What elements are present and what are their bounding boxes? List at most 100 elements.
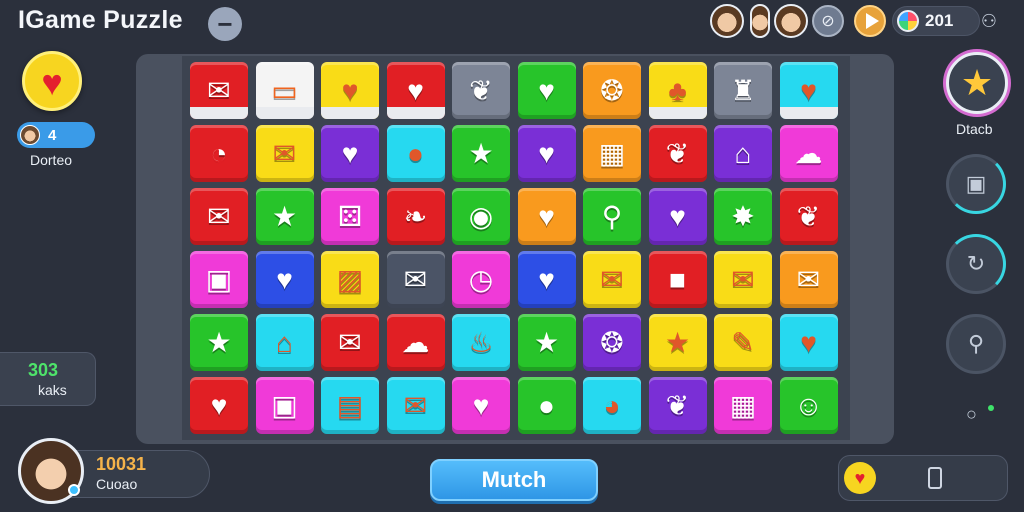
home-icon: ⌂ — [276, 326, 293, 358]
match-button[interactable]: Mutch — [430, 459, 598, 501]
lives-pill: 4 — [17, 122, 95, 148]
friend-avatar[interactable] — [774, 4, 808, 38]
heart-icon: ♥ — [472, 389, 490, 421]
board-tile[interactable]: ▦ — [714, 377, 772, 434]
board-tile[interactable]: ★ — [648, 314, 707, 371]
friend-avatar[interactable] — [710, 4, 744, 38]
board-tile[interactable]: ✉ — [779, 251, 838, 308]
board-tile[interactable]: ▭ — [255, 62, 314, 119]
star-booster-label: Dtacb — [956, 121, 993, 137]
friend-avatar[interactable] — [750, 4, 770, 38]
board-tile[interactable]: ☁ — [779, 125, 838, 182]
dice-icon: ⚄ — [337, 200, 363, 232]
board-tile[interactable]: ▨ — [321, 251, 379, 308]
bird-icon: ❦ — [665, 389, 690, 421]
board-tile[interactable]: ✉ — [190, 62, 248, 119]
board-tile[interactable]: ★ — [190, 314, 248, 371]
board-tile[interactable]: ● — [517, 377, 576, 434]
board-tile[interactable]: ✉ — [386, 377, 445, 434]
board-tile[interactable]: ♣ — [648, 62, 707, 119]
board-tile[interactable]: ✉ — [255, 125, 314, 182]
board-tile[interactable]: ◉ — [452, 188, 510, 245]
heart-icon: ♥ — [341, 74, 359, 106]
board-tile[interactable]: ✉ — [714, 251, 772, 308]
board-tile[interactable]: ★ — [255, 188, 314, 245]
board-tile[interactable]: ❦ — [648, 377, 707, 434]
chat-icon[interactable]: ○ — [966, 404, 977, 425]
online-status-icon — [68, 484, 80, 496]
heart-icon[interactable]: ♥ — [844, 462, 876, 494]
moves-value: 303 — [28, 360, 59, 380]
board-tile[interactable]: ♥ — [779, 314, 838, 371]
board-tile[interactable]: ✉ — [190, 188, 248, 245]
board-tile[interactable]: ❂ — [583, 314, 641, 371]
board-tile[interactable]: ⌂ — [714, 125, 772, 182]
board-tile[interactable]: ❦ — [648, 125, 707, 182]
board-tile[interactable]: ❦ — [452, 62, 510, 119]
board-tile[interactable]: ♨ — [452, 314, 510, 371]
hint-button[interactable]: ↻ — [946, 234, 1006, 294]
envelope-icon: ✉ — [338, 326, 362, 358]
board-tile[interactable]: ♥ — [517, 251, 576, 308]
user-icon[interactable]: ⚇ — [976, 8, 1002, 34]
search-button[interactable]: ⚲ — [946, 314, 1006, 374]
board-tile[interactable]: ☁ — [386, 314, 445, 371]
trash-icon: ▣ — [965, 171, 987, 196]
board-tile[interactable]: ✉ — [386, 251, 445, 308]
score-counter: 201 — [892, 6, 980, 36]
board-tile[interactable]: ■ — [648, 251, 707, 308]
board-tile[interactable]: ♥ — [255, 251, 314, 308]
board-tile[interactable]: ♥ — [779, 62, 838, 119]
box-icon: ▣ — [205, 263, 233, 295]
board-tile[interactable]: ⚲ — [583, 188, 641, 245]
minimize-button[interactable]: − — [208, 7, 242, 41]
board-tile[interactable]: ♥ — [386, 62, 445, 119]
board-tile[interactable]: ● — [386, 125, 445, 182]
board-tile[interactable]: ♥ — [452, 377, 510, 434]
star-icon: ★ — [664, 326, 691, 358]
globe-icon[interactable]: ⊘ — [812, 5, 844, 37]
board-tile[interactable]: ♥ — [517, 125, 576, 182]
board-tile[interactable]: ☺ — [779, 377, 838, 434]
board-tile[interactable]: ⚄ — [321, 188, 379, 245]
swirl-icon: ❂ — [600, 326, 624, 358]
board-tile[interactable]: ◔ — [190, 125, 248, 182]
board-tile[interactable]: ♥ — [321, 62, 379, 119]
phone-icon[interactable] — [928, 467, 942, 489]
board-tile[interactable]: ▤ — [321, 377, 379, 434]
board-tile[interactable]: ▣ — [190, 251, 248, 308]
board-tile[interactable]: ❂ — [583, 62, 641, 119]
board-tile[interactable]: ✉ — [321, 314, 379, 371]
board-tile[interactable]: ❧ — [386, 188, 445, 245]
refresh-icon: ↻ — [966, 251, 986, 276]
board-tile[interactable]: ▦ — [583, 125, 641, 182]
heart-icon: ♥ — [538, 263, 555, 295]
board-tile[interactable]: ♜ — [714, 62, 772, 119]
envelope-icon: ✉ — [207, 200, 231, 232]
board-tile[interactable]: ★ — [452, 125, 510, 182]
board-tile[interactable]: ❦ — [779, 188, 838, 245]
board-tile[interactable]: ✉ — [583, 251, 641, 308]
board-tile[interactable]: ◷ — [452, 251, 510, 308]
play-button[interactable] — [854, 5, 886, 37]
lives-heart-button[interactable]: ♥ — [22, 51, 82, 111]
board-tile[interactable]: ✎ — [714, 314, 772, 371]
game-title: IGame Puzzle — [18, 6, 183, 34]
board-tile[interactable]: ▣ — [255, 377, 314, 434]
board-tile[interactable]: ♥ — [517, 62, 576, 119]
star-icon: ★ — [271, 200, 298, 232]
board-tile[interactable]: ♥ — [648, 188, 707, 245]
orb-icon: ◕ — [603, 389, 621, 421]
board-tile[interactable]: ◕ — [583, 377, 641, 434]
board-tile[interactable]: ♥ — [517, 188, 576, 245]
board-tile[interactable]: ✸ — [714, 188, 772, 245]
board-tile[interactable]: ♥ — [190, 377, 248, 434]
heart-icon: ♥ — [41, 61, 63, 103]
star-booster-button[interactable]: ★ — [946, 52, 1008, 114]
board-tile[interactable]: ⌂ — [255, 314, 314, 371]
board-tile[interactable]: ♥ — [321, 125, 379, 182]
shuffle-button[interactable]: ▣ — [946, 154, 1006, 214]
envelope-icon: ✉ — [796, 263, 821, 295]
clock-icon: ◔ — [210, 137, 228, 169]
board-tile[interactable]: ★ — [517, 314, 576, 371]
